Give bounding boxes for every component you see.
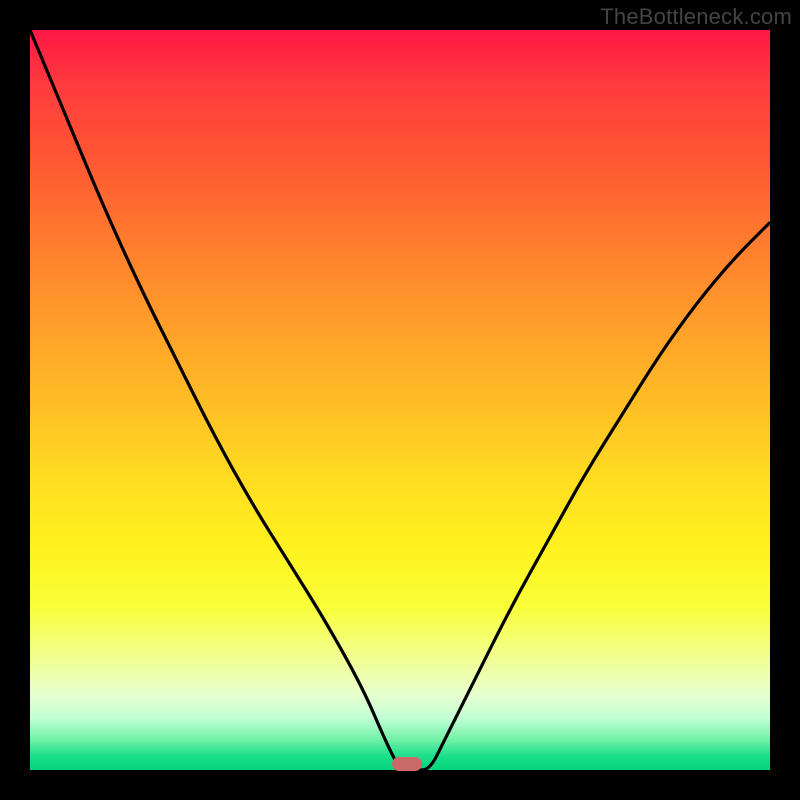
curve-svg [30,30,770,770]
optimum-marker [392,757,422,771]
bottleneck-curve [30,30,770,770]
watermark-text: TheBottleneck.com [600,4,792,30]
chart-frame: TheBottleneck.com [0,0,800,800]
plot-area [30,30,770,770]
